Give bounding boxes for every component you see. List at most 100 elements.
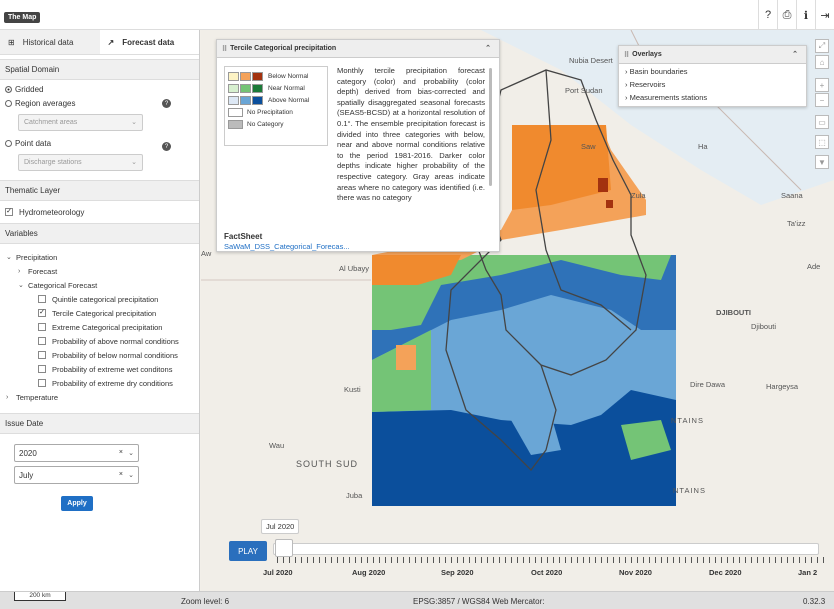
collapse-icon[interactable]: ⌃ [792,50,798,58]
map-label: Saw [581,142,596,151]
scale-bar: 200 km [14,592,66,601]
radio-dot [5,99,12,107]
checkbox[interactable] [38,323,46,331]
chevron-down-icon: ⌄ [128,450,134,457]
discharge-stations-select[interactable]: Discharge stations ⌄ [18,154,143,171]
tree-precipitation[interactable]: ⌄ Precipitation [0,250,199,264]
timeline-handle[interactable] [275,539,293,557]
map-label: Kusti [344,385,361,394]
map-label: Aw [201,249,212,258]
chevron-right-icon: › [18,267,21,275]
chevron-down-icon: ⌄ [18,282,24,289]
chevron-right-icon: › [6,393,9,401]
overlay-item[interactable]: › Reservoirs [625,80,806,93]
layer-info-panel: ⠿ Tercile Categorical precipitation ⌃ Belo… [216,39,500,252]
timeline-tick-label: Nov 2020 [619,568,652,577]
timeline-tick-label: Jul 2020 [263,568,293,577]
factsheet-link[interactable]: SaWaM_DSS_Categorical_Forecas... [224,242,350,251]
variable-item[interactable]: Probability of below normal conditions [0,348,199,362]
help-icon[interactable]: ? [758,0,777,30]
data-tabs: ⊞ Historical data ↗ Forecast data [0,30,199,55]
legend-swatch [228,107,243,117]
chevron-down-icon: ⌄ [131,119,137,126]
zoom-in-icon[interactable]: + [815,78,829,92]
tab-forecast-data[interactable]: ↗ Forecast data [99,30,199,54]
chart-line-icon: ↗ [107,37,115,47]
map-view[interactable]: Nubia Desert Ma Port Sudan Saw Zula Ha S… [201,30,834,591]
checkbox[interactable] [38,379,46,387]
print-icon[interactable]: ⎙ [777,0,796,30]
chevron-down-icon: ⌄ [128,472,134,479]
legend-no-category: No Category [228,118,324,130]
variable-item[interactable]: Probability of extreme dry conditions [0,376,199,390]
description-scrollbar[interactable] [489,68,492,186]
measure-icon[interactable]: ⬚ [815,135,829,149]
legend-above: Above Normal [228,94,324,106]
checkbox[interactable] [38,351,46,359]
variable-item[interactable]: Probability of extreme wet conditons [0,362,199,376]
status-bar: 200 km Zoom level: 6 EPSG:3857 / WGS84 W… [0,591,834,609]
timeline-tick-label: Dec 2020 [709,568,742,577]
map-label: Dire Dawa [690,380,726,389]
legend-swatch [252,95,263,105]
map-label: Zula [631,191,646,200]
tree-forecast[interactable]: › Forecast [0,264,199,278]
checkbox[interactable] [38,337,46,345]
variable-item[interactable]: ✓ Tercile Categorical precipitation [0,306,199,320]
month-select[interactable]: July × ⌄ [14,466,139,484]
zoom-out-icon[interactable]: − [815,93,829,107]
layer-description: Monthly tercile precipitation forecast c… [337,66,485,203]
spatial-domain-header: Spatial Domain [0,59,199,80]
fullscreen-icon[interactable]: ⤢ [815,39,829,53]
radio-gridded[interactable]: Gridded [0,82,199,96]
radio-dot [5,85,12,93]
checkbox[interactable] [38,365,46,373]
overlays-panel: ⠿ Overlays ⌃ › Basin boundaries › Reservoi… [618,45,807,107]
timeline-track[interactable] [273,543,819,555]
legend-near: Near Normal [228,82,324,94]
legend-swatch [228,83,239,93]
play-button[interactable]: PLAY [229,541,267,561]
variable-item[interactable]: Quintile categorical precipitation [0,292,199,306]
region-help-icon[interactable]: ? [162,99,171,108]
legend-swatch [240,95,251,105]
map-label: Hargeysa [766,382,799,391]
year-select[interactable]: 2020 × ⌄ [14,444,139,462]
collapse-icon[interactable]: ⌃ [485,44,491,52]
map-label: Port Sudan [565,86,603,95]
filter-icon[interactable]: ▼ [815,155,829,169]
checkbox-checked[interactable]: ✓ [5,208,13,216]
point-help-icon[interactable]: ? [162,142,171,151]
checkbox[interactable] [38,295,46,303]
tree-categorical-forecast[interactable]: ⌄ Categorical Forecast [0,278,199,292]
overlay-item[interactable]: › Basin boundaries [625,67,806,80]
clear-icon[interactable]: × [119,471,123,478]
tree-temperature[interactable]: › Temperature [0,390,199,404]
layers-icon[interactable]: ▭ [815,115,829,129]
overlay-item[interactable]: › Measurements stations [625,93,806,106]
clear-icon[interactable]: × [119,449,123,456]
map-label: Ade [807,262,821,271]
map-label: Saana [781,191,803,200]
catchment-areas-select[interactable]: Catchment areas ⌄ [18,114,143,131]
radio-dot [5,139,12,147]
factsheet-label: FactSheet [224,232,263,241]
drag-handle-icon[interactable]: ⠿ [222,45,227,53]
checkbox-checked[interactable]: ✓ [38,309,46,317]
legend-swatch [228,71,239,81]
home-icon[interactable]: ⌂ [815,55,829,69]
tab-historical-data[interactable]: ⊞ Historical data [0,30,100,54]
timeline-ticks [277,557,825,563]
variable-item[interactable]: Probability of above normal conditions [0,334,199,348]
map-label: Juba [346,491,363,500]
overlays-header[interactable]: ⠿ Overlays ⌃ [619,46,806,64]
info-icon[interactable]: ℹ [796,0,815,30]
map-label: Al Ubayy [339,264,370,273]
projection-info: EPSG:3857 / WGS84 Web Mercator: [413,597,545,606]
logout-icon[interactable]: ⇥ [815,0,834,30]
thematic-hydrometeorology[interactable]: ✓ Hydrometeorology [0,201,199,223]
variable-item[interactable]: Extreme Categorical precipitation [0,320,199,334]
layer-info-header[interactable]: ⠿ Tercile Categorical precipitation ⌃ [217,40,499,58]
apply-button[interactable]: Apply [61,496,93,511]
drag-handle-icon[interactable]: ⠿ [624,51,629,59]
